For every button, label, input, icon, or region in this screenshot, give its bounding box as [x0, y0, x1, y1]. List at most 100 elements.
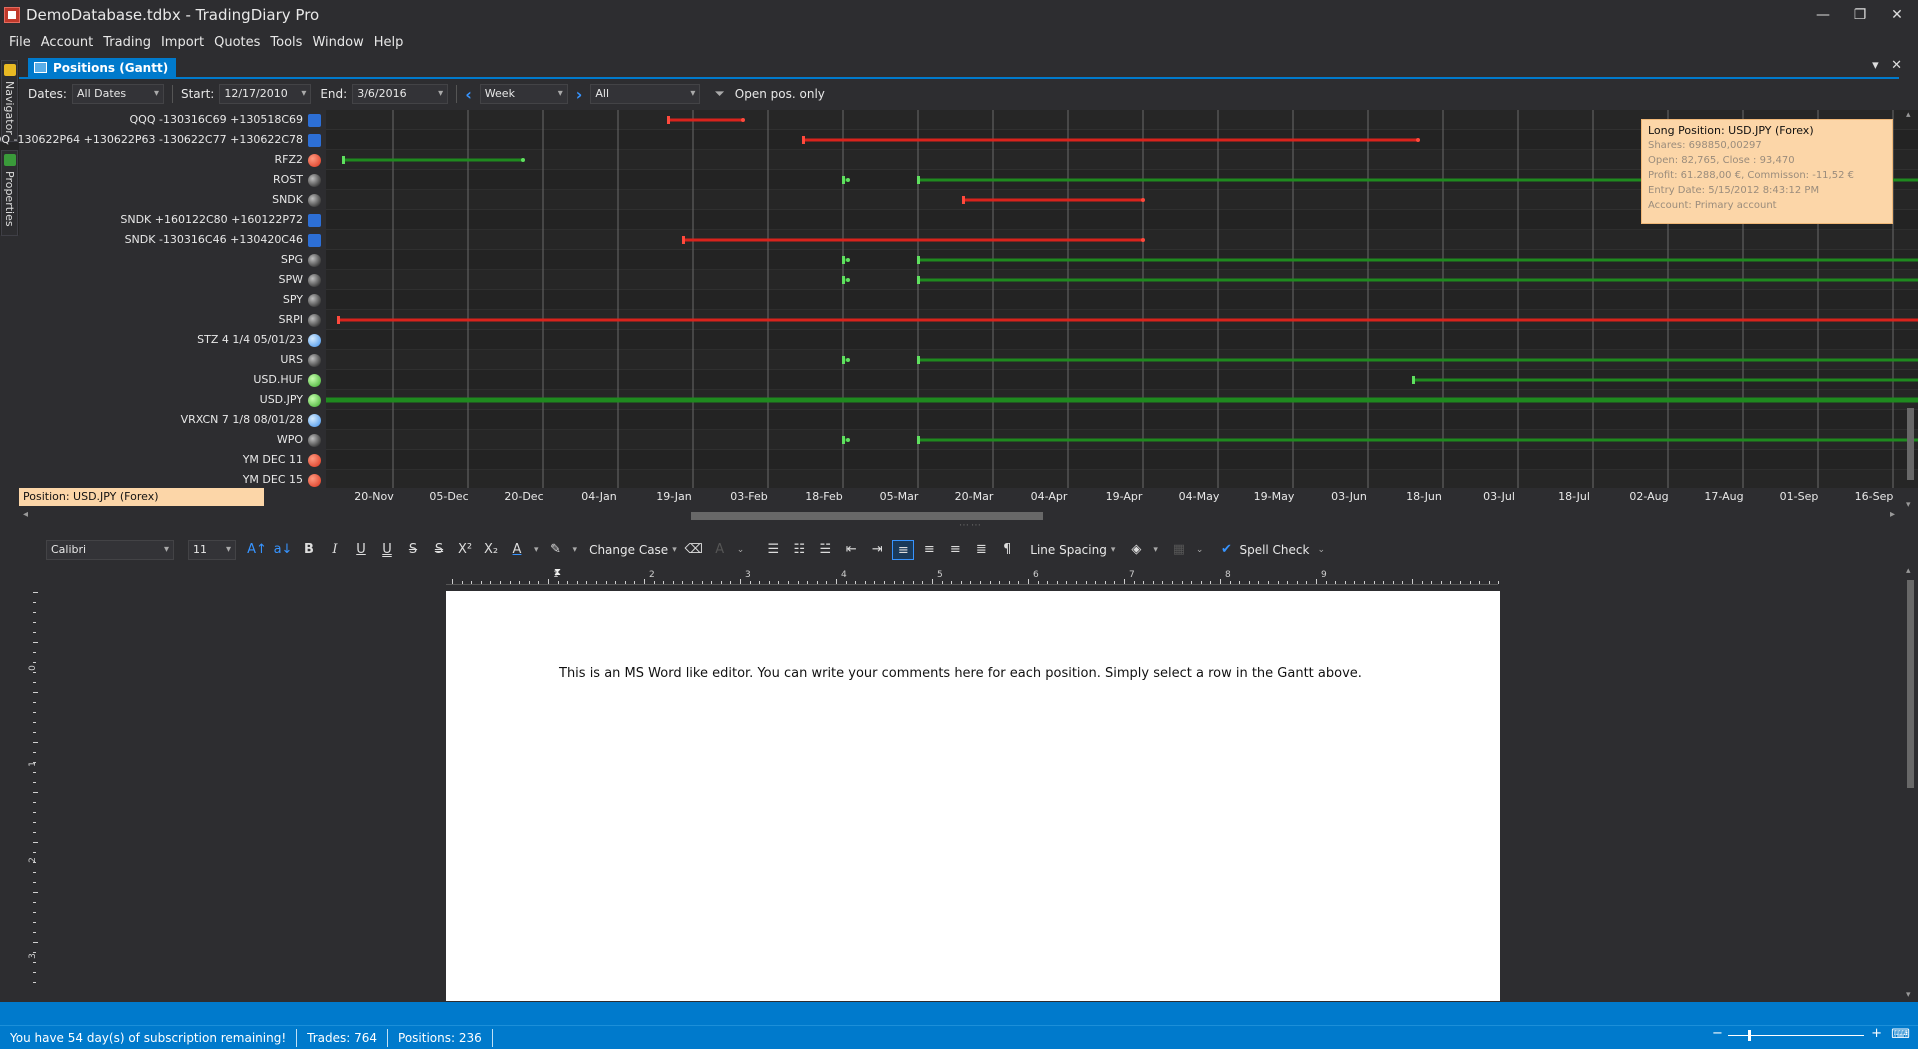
scroll-thumb[interactable] — [1907, 408, 1914, 480]
font-size-combo[interactable]: 11 — [188, 540, 236, 560]
entry-marker[interactable] — [962, 196, 965, 204]
gantt-row-label[interactable]: QQQ -130316C69 +130518C69 — [130, 111, 304, 129]
align-right-icon[interactable]: ≡ — [944, 540, 966, 560]
gantt-row-label[interactable]: SNDK +160122C80 +160122P72 — [120, 211, 303, 229]
line-spacing-dropdown-icon[interactable]: ▾ — [1111, 545, 1116, 555]
entry-marker[interactable] — [842, 276, 845, 284]
shading-icon[interactable]: ◈ — [1125, 540, 1147, 560]
bold-icon[interactable]: B — [298, 540, 320, 560]
multilevel-list-icon[interactable]: ☱ — [814, 540, 836, 560]
entry-marker[interactable] — [802, 136, 805, 144]
minimize-button[interactable]: — — [1808, 4, 1838, 26]
font-name-combo[interactable]: Calibri — [46, 540, 174, 560]
gantt-row-label[interactable]: SRPI — [278, 311, 303, 329]
scroll-up-icon[interactable]: ▴ — [1906, 110, 1911, 120]
entry-marker[interactable] — [337, 316, 340, 324]
gantt-row-band[interactable] — [326, 330, 1918, 350]
entry-marker[interactable] — [667, 116, 670, 124]
period-combo[interactable]: Week — [479, 84, 568, 104]
properties-tab[interactable]: Properties — [1, 150, 18, 236]
end-date-picker[interactable]: 3/6/2016 — [352, 84, 449, 104]
exit-marker[interactable] — [1416, 138, 1420, 142]
entry-marker[interactable] — [842, 436, 845, 444]
menu-file[interactable]: File — [4, 35, 36, 50]
editor-body-text[interactable]: This is an MS Word like editor. You can … — [559, 666, 1362, 681]
start-date-picker[interactable]: 12/17/2010 — [219, 84, 312, 104]
underline-icon[interactable]: U — [350, 540, 372, 560]
spell-check-icon[interactable]: ✔ — [1215, 540, 1237, 560]
gantt-row-label[interactable]: QQQ -130622P64 +130622P63 -130622C77 +13… — [0, 131, 303, 149]
scroll-up-icon[interactable]: ▴ — [1906, 566, 1911, 576]
next-period-button[interactable]: › — [576, 85, 583, 104]
gantt-row-label[interactable]: USD.JPY — [260, 391, 303, 409]
gantt-row-label[interactable]: SPY — [283, 291, 303, 309]
scroll-right-icon[interactable]: ▸ — [1890, 509, 1895, 520]
entry-marker[interactable] — [917, 176, 920, 184]
toolbar-overflow-icon-2[interactable]: ⌄ — [1196, 545, 1204, 555]
menu-tools[interactable]: Tools — [265, 35, 307, 50]
close-button[interactable]: ✕ — [1882, 4, 1912, 26]
exit-marker[interactable] — [846, 358, 850, 362]
shrink-font-icon[interactable]: a↓ — [272, 540, 294, 560]
exit-marker[interactable] — [846, 438, 850, 442]
gantt-row-label[interactable]: ROST — [273, 171, 303, 189]
zoom-thumb[interactable] — [1748, 1030, 1751, 1041]
menu-import[interactable]: Import — [156, 35, 209, 50]
double-underline-icon[interactable]: U — [376, 540, 398, 560]
menu-window[interactable]: Window — [307, 35, 368, 50]
entry-marker[interactable] — [1412, 376, 1415, 384]
zoom-slider[interactable]: − + — [1712, 1026, 1882, 1042]
exit-marker[interactable] — [846, 278, 850, 282]
align-center-icon[interactable]: ≡ — [918, 540, 940, 560]
exit-marker[interactable] — [741, 118, 745, 122]
gantt-vertical-scrollbar[interactable]: ▴ ▾ — [1903, 110, 1918, 510]
gantt-row-label[interactable]: SPW — [279, 271, 304, 289]
navigator-tab[interactable]: Navigator — [1, 60, 18, 142]
highlight-color-icon[interactable]: ✎ — [545, 540, 567, 560]
exit-marker[interactable] — [846, 258, 850, 262]
grow-font-icon[interactable]: A↑ — [246, 540, 268, 560]
tab-dropdown-icon[interactable]: ▾ — [1872, 58, 1879, 73]
gantt-row-label[interactable]: USD.HUF — [253, 371, 303, 389]
indent-marker-icon[interactable]: ⧗ — [554, 567, 561, 578]
italic-icon[interactable]: I — [324, 540, 346, 560]
entry-marker[interactable] — [842, 176, 845, 184]
editor-page[interactable]: This is an MS Word like editor. You can … — [446, 591, 1500, 1001]
increase-indent-icon[interactable]: ⇥ — [866, 540, 888, 560]
gantt-row-band[interactable] — [326, 470, 1918, 488]
vertical-ruler[interactable]: 0 1 2 3 — [27, 592, 41, 1000]
entry-marker[interactable] — [917, 356, 920, 364]
gantt-row-label[interactable]: VRXCN 7 1/8 08/01/28 — [181, 411, 303, 429]
toolbar-overflow-icon[interactable]: ⌄ — [737, 545, 745, 555]
previous-period-button[interactable]: ‹ — [465, 85, 472, 104]
highlight-dropdown-icon[interactable]: ▾ — [573, 545, 578, 555]
superscript-icon[interactable]: X² — [454, 540, 476, 560]
shading-dropdown-icon[interactable]: ▾ — [1153, 545, 1158, 555]
gantt-row-band[interactable] — [326, 450, 1918, 470]
entry-marker[interactable] — [682, 236, 685, 244]
tab-close-icon[interactable]: ✕ — [1891, 58, 1902, 73]
exit-marker[interactable] — [1141, 198, 1145, 202]
gantt-row-label[interactable]: SPG — [281, 251, 303, 269]
tab-positions-gantt[interactable]: Positions (Gantt) — [28, 58, 177, 77]
entry-marker[interactable] — [917, 276, 920, 284]
gantt-row-label[interactable]: RFZ2 — [274, 151, 303, 169]
gantt-row-label[interactable]: URS — [280, 351, 303, 369]
zoom-out-icon[interactable]: − — [1712, 1026, 1723, 1041]
strikethrough-icon[interactable]: S — [402, 540, 424, 560]
editor-vertical-scrollbar[interactable]: ▴ ▾ — [1903, 566, 1918, 1000]
scroll-left-icon[interactable]: ◂ — [23, 509, 28, 520]
notifications-icon[interactable]: ⌨ — [1891, 1027, 1910, 1042]
scroll-thumb[interactable] — [691, 512, 1043, 520]
paragraph-marks-icon[interactable]: ¶ — [996, 540, 1018, 560]
spell-check-button[interactable]: Spell Check — [1239, 543, 1309, 557]
panel-splitter[interactable]: ⋯⋯ — [19, 520, 1899, 532]
menu-trading[interactable]: Trading — [98, 35, 156, 50]
align-left-icon[interactable]: ≡ — [892, 540, 915, 560]
entry-marker[interactable] — [917, 436, 920, 444]
gantt-row-label[interactable]: STZ 4 1/4 05/01/23 — [197, 331, 303, 349]
scroll-down-icon[interactable]: ▾ — [1906, 500, 1911, 510]
justify-icon[interactable]: ≣ — [970, 540, 992, 560]
toolbar-overflow-icon-3[interactable]: ⌄ — [1317, 545, 1325, 555]
filter-combo[interactable]: All — [590, 84, 701, 104]
